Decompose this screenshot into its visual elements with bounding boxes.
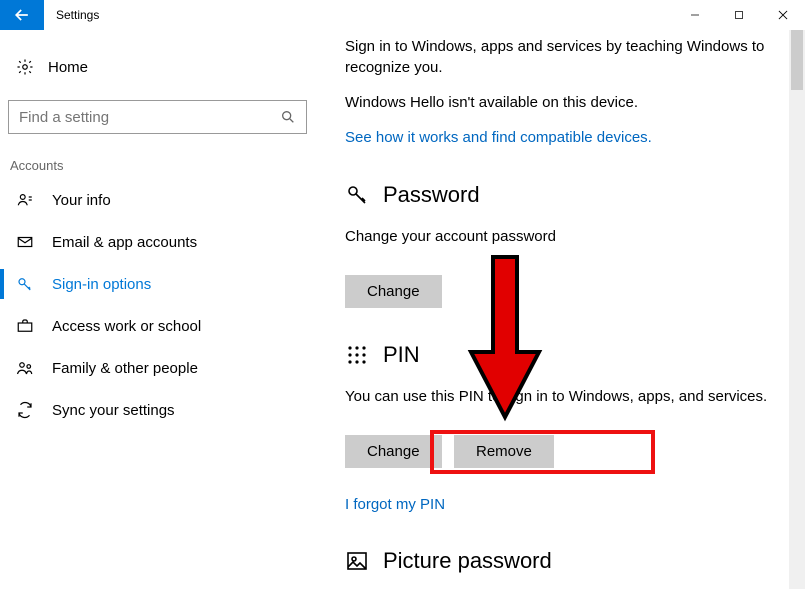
mail-icon	[16, 233, 34, 251]
sidebar-item-family[interactable]: Family & other people	[8, 347, 307, 389]
section-title-password: Password	[383, 182, 480, 208]
sidebar-item-label: Your info	[52, 192, 111, 209]
maximize-button[interactable]	[717, 0, 761, 30]
section-title-picture: Picture password	[383, 548, 552, 574]
search-field[interactable]	[19, 109, 280, 126]
key-icon	[345, 183, 369, 207]
gear-icon	[16, 58, 34, 76]
forgot-pin-link[interactable]: I forgot my PIN	[345, 496, 445, 513]
sidebar-item-label: Sync your settings	[52, 402, 175, 419]
search-icon	[280, 109, 296, 125]
section-title-pin: PIN	[383, 342, 420, 368]
close-button[interactable]	[761, 0, 805, 30]
scrollbar-thumb[interactable]	[791, 30, 803, 90]
sidebar-item-your-info[interactable]: Your info	[8, 179, 307, 221]
window-title: Settings	[44, 0, 111, 30]
sidebar-item-sync[interactable]: Sync your settings	[8, 389, 307, 431]
sidebar-item-label: Family & other people	[52, 360, 198, 377]
sidebar-item-label: Sign-in options	[52, 276, 151, 293]
home-label: Home	[48, 59, 88, 76]
search-input[interactable]	[8, 100, 307, 134]
home-nav[interactable]: Home	[8, 48, 307, 86]
pin-desc: You can use this PIN to sign in to Windo…	[345, 386, 775, 407]
person-icon	[16, 191, 34, 209]
scrollbar[interactable]	[789, 30, 805, 589]
people-icon	[16, 359, 34, 377]
hello-link[interactable]: See how it works and find compatible dev…	[345, 129, 652, 146]
back-button[interactable]	[0, 0, 44, 30]
sync-icon	[16, 401, 34, 419]
password-desc: Change your account password	[345, 226, 775, 247]
pin-remove-button[interactable]: Remove	[454, 435, 554, 468]
sidebar-item-email[interactable]: Email & app accounts	[8, 221, 307, 263]
picture-icon	[345, 549, 369, 573]
pin-change-button[interactable]: Change	[345, 435, 442, 468]
key-icon	[16, 275, 34, 293]
sidebar-item-label: Access work or school	[52, 318, 201, 335]
sidebar-item-work[interactable]: Access work or school	[8, 305, 307, 347]
sidebar-item-signin[interactable]: Sign-in options	[8, 263, 307, 305]
hello-na-text: Windows Hello isn't available on this de…	[345, 92, 775, 113]
minimize-button[interactable]	[673, 0, 717, 30]
category-label: Accounts	[10, 158, 307, 173]
keypad-icon	[345, 343, 369, 367]
sidebar-item-label: Email & app accounts	[52, 234, 197, 251]
password-change-button[interactable]: Change	[345, 275, 442, 308]
briefcase-icon	[16, 317, 34, 335]
hello-intro-text: Sign in to Windows, apps and services by…	[345, 36, 775, 78]
